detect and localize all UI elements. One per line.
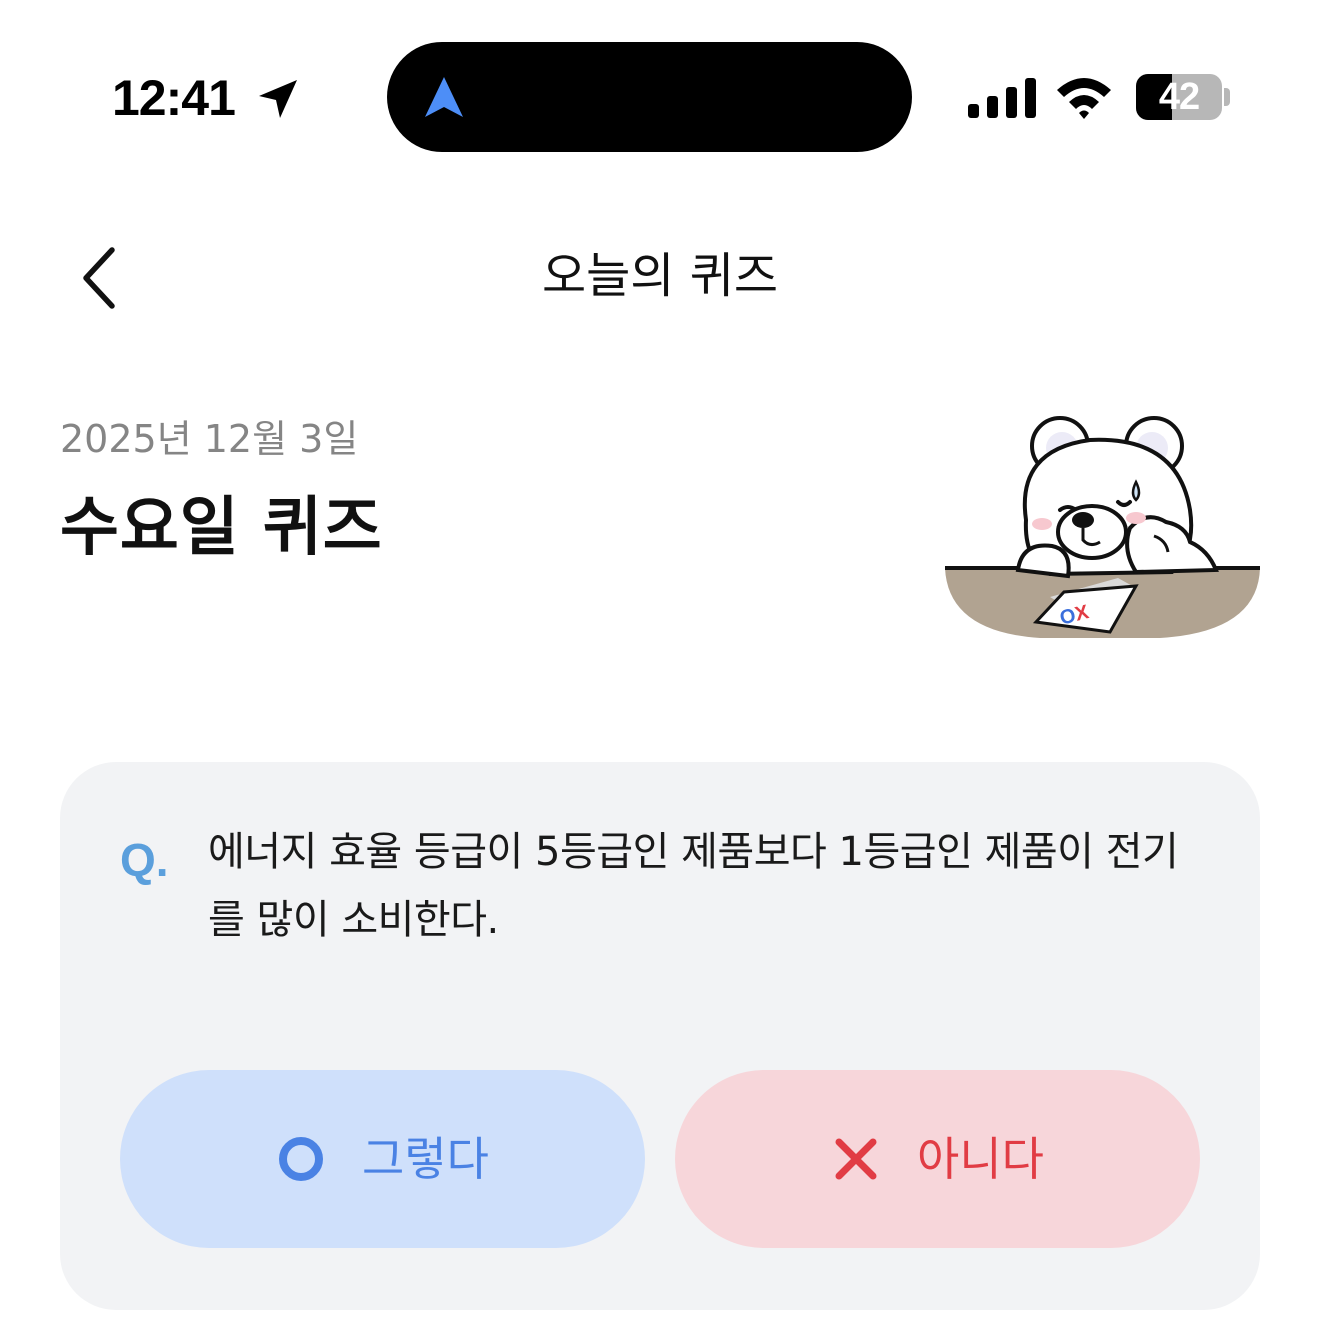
question-mark-label: Q. (120, 834, 169, 886)
battery-nub (1224, 88, 1230, 106)
wifi-icon (1057, 78, 1111, 119)
status-time: 12:41 (112, 70, 236, 126)
page-title: 수요일 퀴즈 (60, 491, 383, 565)
location-arrow-icon (259, 80, 297, 118)
dynamic-island (387, 42, 912, 152)
answer-yes-button[interactable]: 그렇다 (120, 1070, 645, 1248)
navigation-arrow-icon (425, 77, 463, 117)
x-cross-icon (835, 1138, 877, 1180)
question-text: 에너지 효율 등급이 5등급인 제품보다 1등급인 제품이 전기를 많이 소비한… (208, 829, 1179, 943)
polar-bear-mascot-illustration: OX (945, 416, 1260, 638)
battery-level: 42 (1158, 75, 1200, 118)
quiz-card: Q. 에너지 효율 등급이 5등급인 제품보다 1등급인 제품이 전기를 많이 … (60, 762, 1260, 1310)
cellular-signal-icon (968, 78, 1036, 118)
quiz-date: 2025년 12월 3일 (60, 417, 359, 461)
answer-no-label: 아니다 (917, 1132, 1044, 1186)
battery-icon: 42 (1136, 74, 1222, 120)
answer-no-button[interactable]: 아니다 (675, 1070, 1200, 1248)
circle-o-icon (279, 1137, 324, 1181)
answer-yes-label: 그렇다 (362, 1132, 489, 1186)
nav-title: 오늘의 퀴즈 (541, 248, 779, 304)
